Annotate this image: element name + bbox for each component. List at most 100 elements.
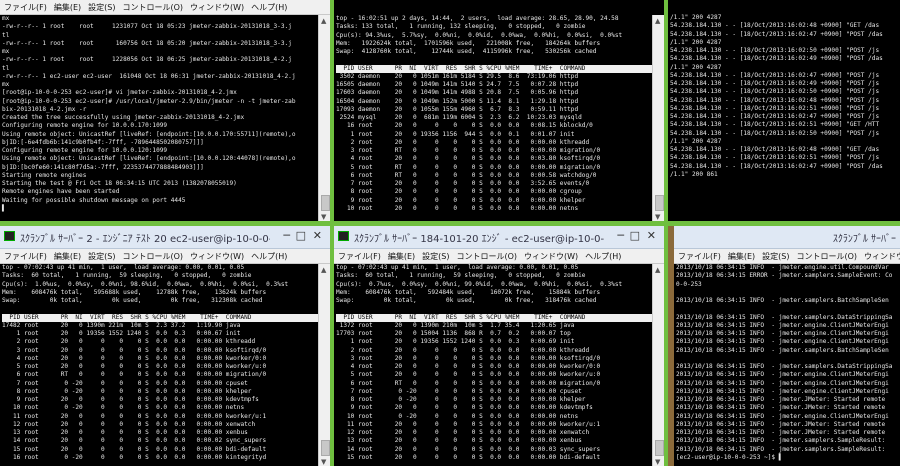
menu-edit[interactable]: 編集(E) (50, 249, 84, 262)
menu-help[interactable]: ヘルプ(H) (247, 0, 290, 13)
terminal-line: 8 root 20 0 0 0 0 S 0.0 0.0 0:00.00 cgro… (336, 188, 582, 196)
terminal-line: [root@ip-10-0-0-253 ec2-user]# vi jmeter… (2, 89, 237, 97)
scrollbar[interactable]: ▲ ▼ (652, 264, 664, 466)
terminal-line: Starting the test @ Fri Oct 18 06:34:15 … (2, 180, 237, 187)
terminal-output[interactable]: top - 07:02:43 up 41 min, 1 user, load a… (0, 264, 318, 466)
terminal-line: top - 07:02:43 up 41 min, 1 user, load a… (2, 264, 245, 271)
terminal-line: 12 root 20 0 0 0 0 S 0.0 0.0 0:00.00 xen… (2, 420, 256, 428)
terminal-line: 2524 mysql 20 0 681m 119m 6004 S 2.3 6.2… (336, 114, 582, 121)
terminal-line: mx (2, 48, 10, 55)
terminal-window-top-middle[interactable]: top - 16:02:51 up 2 days, 14:44, 2 users… (334, 0, 664, 221)
terminal-window-bottom-right[interactable]: ｽｸﾗﾝﾌﾞﾙ ｻｰﾊﾞｰ ファイル(F) 編集(E) 設定(S) コントロール(O)… (668, 226, 900, 466)
maximize-icon[interactable]: □ (630, 229, 640, 242)
terminal-line: 13 root 20 0 0 0 0 S 0.0 0.0 0:00.00 xen… (336, 437, 582, 445)
terminal-line: tl (2, 64, 10, 72)
menu-settings[interactable]: 設定(S) (84, 0, 118, 13)
terminal-line: 54.238.184.130 - - [18/Oct/2013:16:02:50… (670, 47, 880, 54)
menu-edit[interactable]: 編集(E) (384, 249, 418, 262)
terminal-line: 4 root 20 0 0 0 0 S 0.0 0.0 0:03.80 ksof… (336, 155, 601, 163)
menu-settings[interactable]: 設定(S) (84, 249, 118, 262)
terminal-line: 17603 daemon 20 0 1049m 141m 4988 S 20.8… (336, 89, 579, 97)
terminal-output[interactable]: top - 16:02:51 up 2 days, 14:44, 2 users… (334, 15, 652, 221)
scroll-up-arrow-icon[interactable]: ▲ (655, 266, 660, 274)
terminal-output[interactable]: /1.1" 200 4287 54.238.184.130 - - [18/Oct… (668, 14, 900, 221)
terminal-line: Starting remote engines (2, 171, 87, 179)
menu-help[interactable]: ヘルプ(H) (581, 249, 624, 262)
terminal-output[interactable]: top - 07:02:43 up 41 min, 1 user, load a… (334, 264, 652, 466)
scroll-thumb[interactable] (321, 440, 330, 456)
scroll-thumb[interactable] (655, 195, 664, 211)
scroll-down-arrow-icon[interactable]: ▼ (655, 213, 660, 221)
title-bar[interactable]: ｽｸﾗﾝﾌﾞﾙ ｻｰﾊﾞｰ (674, 226, 900, 249)
scroll-thumb[interactable] (655, 440, 664, 456)
scroll-up-arrow-icon[interactable]: ▲ (655, 17, 660, 25)
menu-window[interactable]: ウィンドウ(W) (186, 0, 247, 13)
terminal-window-top-left[interactable]: ファイル(F) 編集(E) 設定(S) コントロール(O) ウィンドウ(W) ヘルプ(H)… (0, 0, 330, 221)
menu-control[interactable]: コントロール(O) (118, 0, 186, 13)
scroll-down-arrow-icon[interactable]: ▼ (321, 458, 326, 466)
terminal-line: 2013/10/18 06:34:15 INFO - jmeter.engine… (676, 338, 889, 346)
menu-file[interactable]: ファイル(F) (0, 249, 50, 262)
terminal-line: 9 root 20 0 0 0 0 S 0.0 0.0 0:00.00 khel… (336, 196, 586, 204)
menu-edit[interactable]: 編集(E) (50, 0, 84, 13)
terminal-line: 2013/10/18 06:34:15 INFO - jmeter.sample… (676, 437, 886, 445)
scroll-down-arrow-icon[interactable]: ▼ (321, 213, 326, 221)
terminal-line: 2013/10/18 06:34:15 INFO - jmeter.JMeter… (676, 420, 886, 428)
menu-window[interactable]: ウィンドウ(W) (860, 249, 900, 262)
terminal-line: 10 root 0 -20 0 0 0 S 0.0 0.0 0:00.00 ne… (2, 404, 245, 412)
terminal-line: [root@ip-10-0-0-253 ec2-user]# /usr/loca… (2, 97, 296, 105)
terminal-line: bjID:[-6e4fdb6b:141c9b0fb4f:-7fff, -7896… (2, 138, 204, 146)
terminal-window-bottom-middle[interactable]: ｽｸﾗﾝﾌﾞﾙ ｻｰﾊﾞｰ 184-101-20 ｴﾝｼﾞ - ec2-user… (334, 226, 664, 466)
terminal-line: mx (2, 81, 10, 88)
scroll-up-arrow-icon[interactable]: ▲ (321, 17, 326, 25)
menu-settings[interactable]: 設定(S) (418, 249, 452, 262)
terminal-window-top-right[interactable]: /1.1" 200 4287 54.238.184.130 - - [18/Oct… (668, 0, 900, 221)
menu-file[interactable]: ファイル(F) (674, 249, 724, 262)
menu-file[interactable]: ファイル(F) (0, 0, 50, 13)
minimize-icon[interactable]: ─ (617, 229, 624, 242)
terminal-line: 16504 daemon 20 0 1049m 152m 5000 S 11.4… (336, 97, 579, 105)
menu-control[interactable]: コントロール(O) (452, 249, 520, 262)
title-bar[interactable]: ｽｸﾗﾝﾌﾞﾙ ｻｰﾊﾞｰ 184-101-20 ｴﾝｼﾞ - ec2-user… (334, 226, 664, 249)
scroll-thumb[interactable] (321, 195, 330, 211)
terminal-line: 2013/10/18 06:34:15 INFO - jmeter.sample… (676, 346, 889, 354)
maximize-icon[interactable]: □ (296, 229, 306, 242)
menu-settings[interactable]: 設定(S) (758, 249, 792, 262)
scrollbar[interactable]: ▲ ▼ (318, 264, 330, 466)
menu-file[interactable]: ファイル(F) (334, 249, 384, 262)
terminal-line: 3 root 20 0 0 0 0 S 0.0 0.0 0:00.00 ksof… (2, 346, 267, 354)
terminal-line: Swap: 4128760k total, 12744k used, 41159… (336, 48, 597, 55)
terminal-line: 54.238.184.130 - - [18/Oct/2013:16:02:47… (670, 162, 883, 170)
menu-edit[interactable]: 編集(E) (724, 249, 758, 262)
menu-control[interactable]: コントロール(O) (118, 249, 186, 262)
terminal-line: 12 root 20 0 0 0 0 S 0.0 0.0 0:00.00 xen… (336, 429, 590, 436)
close-icon[interactable]: ✕ (647, 229, 656, 242)
terminal-line: 2013/10/18 06:34:15 INFO - jmeter.engine… (676, 379, 889, 387)
menu-window[interactable]: ウィンドウ(W) (520, 249, 581, 262)
scrollbar[interactable]: ▲ ▼ (318, 15, 330, 221)
terminal-output[interactable]: 2013/10/18 06:34:15 INFO - jmeter.engine… (674, 264, 900, 466)
terminal-line: Mem: 608476k total, 592484k used, 16072k… (336, 288, 601, 296)
terminal-line: -rw-r--r-- 1 root root 1228056 Oct 18 06… (2, 56, 292, 64)
terminal-line: 3 root 20 0 0 0 0 S 0.0 0.0 0:00.00 ksof… (336, 354, 601, 362)
terminal-line: -rw-r--r-- 1 root root 1231077 Oct 18 05… (2, 23, 292, 31)
terminal-line: 8 root 0 -20 0 0 0 S 0.0 0.0 0:00.00 khe… (336, 396, 586, 403)
terminal-line: 17482 root 20 0 1390m 221m 10m S 2.3 37.… (2, 321, 241, 329)
scroll-down-arrow-icon[interactable]: ▼ (655, 458, 660, 466)
minimize-icon[interactable]: ─ (283, 229, 290, 242)
terminal-line: 2013/10/18 06:34:15 INFO - jmeter.engine… (676, 330, 889, 337)
terminal-window-bottom-left[interactable]: ｽｸﾗﾝﾌﾞﾙ ｻｰﾊﾞｰ 2 - ｴﾝｼﾞﾆｱ ﾃｽﾄ 20 ec2-user… (0, 226, 330, 466)
title-bar[interactable]: ｽｸﾗﾝﾌﾞﾙ ｻｰﾊﾞｰ 2 - ｴﾝｼﾞﾆｱ ﾃｽﾄ 20 ec2-user… (0, 226, 330, 249)
scrollbar[interactable]: ▲ ▼ (652, 15, 664, 221)
terminal-line: 5 root 20 0 0 0 0 S 0.0 0.0 0:00.00 kwor… (336, 371, 601, 379)
terminal-line: 2 root 20 0 0 0 0 S 0.0 0.0 0:00.00 kthr… (2, 338, 256, 346)
terminal-line: Using remote object: UnicastRef [liveRef… (2, 155, 296, 163)
menu-control[interactable]: コントロール(O) (792, 249, 860, 262)
close-icon[interactable]: ✕ (313, 229, 322, 242)
terminal-output[interactable]: mx -rw-r--r-- 1 root root 1231077 Oct 18 … (0, 15, 318, 221)
menu-help[interactable]: ヘルプ(H) (247, 249, 290, 262)
menu-window[interactable]: ウィンドウ(W) (186, 249, 247, 262)
terminal-line: 7 root 0 -20 0 0 0 S 0.0 0.0 0:00.00 cpu… (2, 379, 248, 387)
scroll-up-arrow-icon[interactable]: ▲ (321, 266, 326, 274)
